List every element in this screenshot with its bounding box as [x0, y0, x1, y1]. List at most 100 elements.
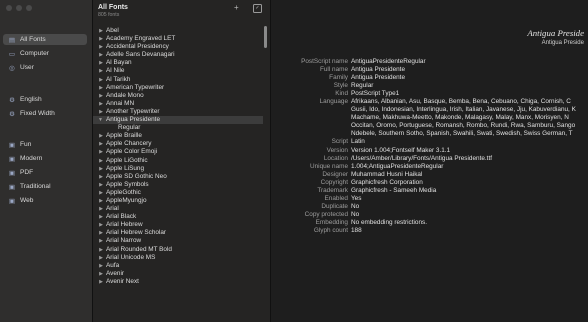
- font-family-row[interactable]: ▶ Apple Chancery: [93, 140, 263, 148]
- font-family-row[interactable]: ▶ Arial Black: [93, 213, 263, 221]
- font-family-row[interactable]: ▶ Adelle Sans Devanagari: [93, 51, 263, 59]
- sidebar-item-user[interactable]: ◎ User: [3, 62, 87, 73]
- font-family-row[interactable]: ▶ Al Tarikh: [93, 76, 263, 84]
- font-family-row[interactable]: ▶ Al Nile: [93, 67, 263, 75]
- zoom-button[interactable]: [26, 5, 32, 11]
- info-row: Designer Muhammad Husni Haikal: [271, 171, 588, 179]
- disclosure-right-icon[interactable]: ▶: [93, 254, 106, 262]
- sidebar-item-traditional[interactable]: ▣ Traditional: [3, 181, 87, 192]
- disclosure-right-icon[interactable]: ▶: [93, 165, 106, 173]
- font-family-row[interactable]: ▶ Annai MN: [93, 100, 263, 108]
- disclosure-right-icon[interactable]: ▶: [93, 262, 106, 270]
- disclosure-right-icon[interactable]: ▶: [93, 237, 106, 245]
- sidebar-item-fun[interactable]: ▣ Fun: [3, 139, 87, 150]
- info-row: Language Afrikaans, Albanian, Asu, Basque…: [271, 98, 588, 106]
- disclosure-down-icon[interactable]: ▼: [93, 116, 106, 124]
- sidebar-item-label: User: [20, 64, 34, 71]
- font-list-scrollbar[interactable]: [264, 26, 267, 48]
- info-row: Gusii, Ido, Indonesian, Interlingua, Iri…: [271, 106, 588, 114]
- disclosure-right-icon[interactable]: ▶: [93, 67, 106, 75]
- font-family-row[interactable]: ▶ Aufa: [93, 262, 263, 270]
- font-family-row[interactable]: ▶ Andale Mono: [93, 92, 263, 100]
- sidebar-item-fixed-width[interactable]: ⚙ Fixed Width: [3, 108, 87, 119]
- disclosure-right-icon[interactable]: ▶: [93, 221, 106, 229]
- font-family-row[interactable]: ▶ Apple Color Emoji: [93, 148, 263, 156]
- sidebar-item-modern[interactable]: ▣ Modern: [3, 153, 87, 164]
- font-family-row[interactable]: ▶ Arial Rounded MT Bold: [93, 246, 263, 254]
- font-family-row[interactable]: ▶ Arial Hebrew Scholar: [93, 229, 263, 237]
- disclosure-right-icon[interactable]: ▶: [93, 205, 106, 213]
- font-family-row[interactable]: ▶ Avenir: [93, 270, 263, 278]
- disclosure-right-icon[interactable]: ▶: [93, 148, 106, 156]
- disclosure-right-icon[interactable]: ▶: [93, 108, 106, 116]
- font-family-row[interactable]: ▶ Arial: [93, 205, 263, 213]
- sidebar-item-web[interactable]: ▣ Web: [3, 195, 87, 206]
- disclosure-right-icon[interactable]: ▶: [93, 229, 106, 237]
- disclosure-right-icon[interactable]: ▶: [93, 189, 106, 197]
- font-style-row[interactable]: Regular: [93, 124, 263, 132]
- disclosure-right-icon[interactable]: ▶: [93, 43, 106, 51]
- disclosure-right-icon[interactable]: ▶: [93, 100, 106, 108]
- info-value: Yes: [351, 194, 362, 202]
- font-list: ▶ Abel ▶ Academy Engraved LET ▶ Accidental Pr…: [93, 27, 263, 286]
- info-row: Machame, Makhuwa-Meetto, Makonde, Malaga…: [271, 114, 588, 122]
- font-family-row[interactable]: ▶ Avenir Next: [93, 278, 263, 286]
- disclosure-right-icon[interactable]: ▶: [93, 140, 106, 148]
- disclosure-right-icon[interactable]: ▶: [93, 270, 106, 278]
- font-name: Arial Hebrew: [106, 221, 143, 229]
- font-family-row[interactable]: ▼ Antigua Presidente: [93, 116, 263, 125]
- info-key: Script: [331, 138, 348, 146]
- font-family-row[interactable]: ▶ Academy Engraved LET: [93, 35, 263, 43]
- sidebar-item-computer[interactable]: ▭ Computer: [3, 48, 87, 59]
- font-family-row[interactable]: ▶ Apple SD Gothic Neo: [93, 173, 263, 181]
- font-family-row[interactable]: ▶ Apple Symbols: [93, 181, 263, 189]
- fun-collection-icon: ▣: [8, 141, 16, 149]
- info-key: [271, 106, 351, 114]
- info-row: Enabled Yes: [271, 195, 588, 203]
- disclosure-right-icon[interactable]: ▶: [93, 213, 106, 221]
- disclosure-right-icon[interactable]: ▶: [93, 197, 106, 205]
- disclosure-right-icon[interactable]: ▶: [93, 51, 106, 59]
- disclosure-right-icon[interactable]: ▶: [93, 278, 106, 286]
- info-row: Unique name 1.004;AntiguaPresidenteRegula…: [271, 163, 588, 171]
- disclosure-right-icon[interactable]: ▶: [93, 173, 106, 181]
- disclosure-right-icon[interactable]: ▶: [93, 246, 106, 254]
- info-key: Full name: [319, 66, 348, 74]
- close-button[interactable]: [6, 5, 12, 11]
- sidebar-item-all-fonts[interactable]: ▤ All Fonts: [3, 34, 87, 45]
- disclosure-right-icon[interactable]: ▶: [93, 181, 106, 189]
- minimize-button[interactable]: [16, 5, 22, 11]
- font-family-row[interactable]: ▶ Arial Unicode MS: [93, 254, 263, 262]
- info-row: PostScript name AntiguaPresidenteRegular: [271, 58, 588, 66]
- sidebar-item-label: Traditional: [20, 183, 51, 190]
- disclosure-right-icon[interactable]: ▶: [93, 84, 106, 92]
- font-family-row[interactable]: ▶ Accidental Presidency: [93, 43, 263, 51]
- font-family-row[interactable]: ▶ AppleGothic: [93, 189, 263, 197]
- font-family-row[interactable]: ▶ Arial Narrow: [93, 237, 263, 245]
- font-family-row[interactable]: ▶ Apple Braille: [93, 132, 263, 140]
- font-family-row[interactable]: ▶ American Typewriter: [93, 84, 263, 92]
- font-name: Arial Unicode MS: [106, 253, 156, 261]
- font-family-row[interactable]: ▶ Al Bayan: [93, 59, 263, 67]
- font-family-row[interactable]: ▶ Apple LiGothic: [93, 157, 263, 165]
- font-family-row[interactable]: ▶ AppleMyungjo: [93, 197, 263, 205]
- info-key: Style: [333, 82, 348, 90]
- font-family-row[interactable]: ▶ Another Typewriter: [93, 108, 263, 116]
- validate-fonts-button[interactable]: ✓: [253, 4, 262, 13]
- disclosure-right-icon[interactable]: ▶: [93, 92, 106, 100]
- disclosure-right-icon[interactable]: ▶: [93, 132, 106, 140]
- sidebar-item-pdf[interactable]: ▣ PDF: [3, 167, 87, 178]
- disclosure-right-icon[interactable]: ▶: [93, 59, 106, 67]
- disclosure-right-icon[interactable]: ▶: [93, 35, 106, 43]
- font-family-row[interactable]: ▶ Abel: [93, 27, 263, 35]
- font-family-row[interactable]: ▶ Apple LiSung: [93, 165, 263, 173]
- font-family-row[interactable]: ▶ Arial Hebrew: [93, 221, 263, 229]
- disclosure-right-icon[interactable]: ▶: [93, 27, 106, 35]
- font-count: 805 fonts: [98, 12, 120, 18]
- info-row: Occitan, Oromo, Portuguese, Romansh, Rom…: [271, 122, 588, 130]
- sidebar-item-english[interactable]: ⚙ English: [3, 94, 87, 105]
- web-collection-icon: ▣: [8, 197, 16, 205]
- disclosure-right-icon[interactable]: ▶: [93, 157, 106, 165]
- disclosure-right-icon[interactable]: ▶: [93, 76, 106, 84]
- add-font-button[interactable]: +: [234, 4, 239, 12]
